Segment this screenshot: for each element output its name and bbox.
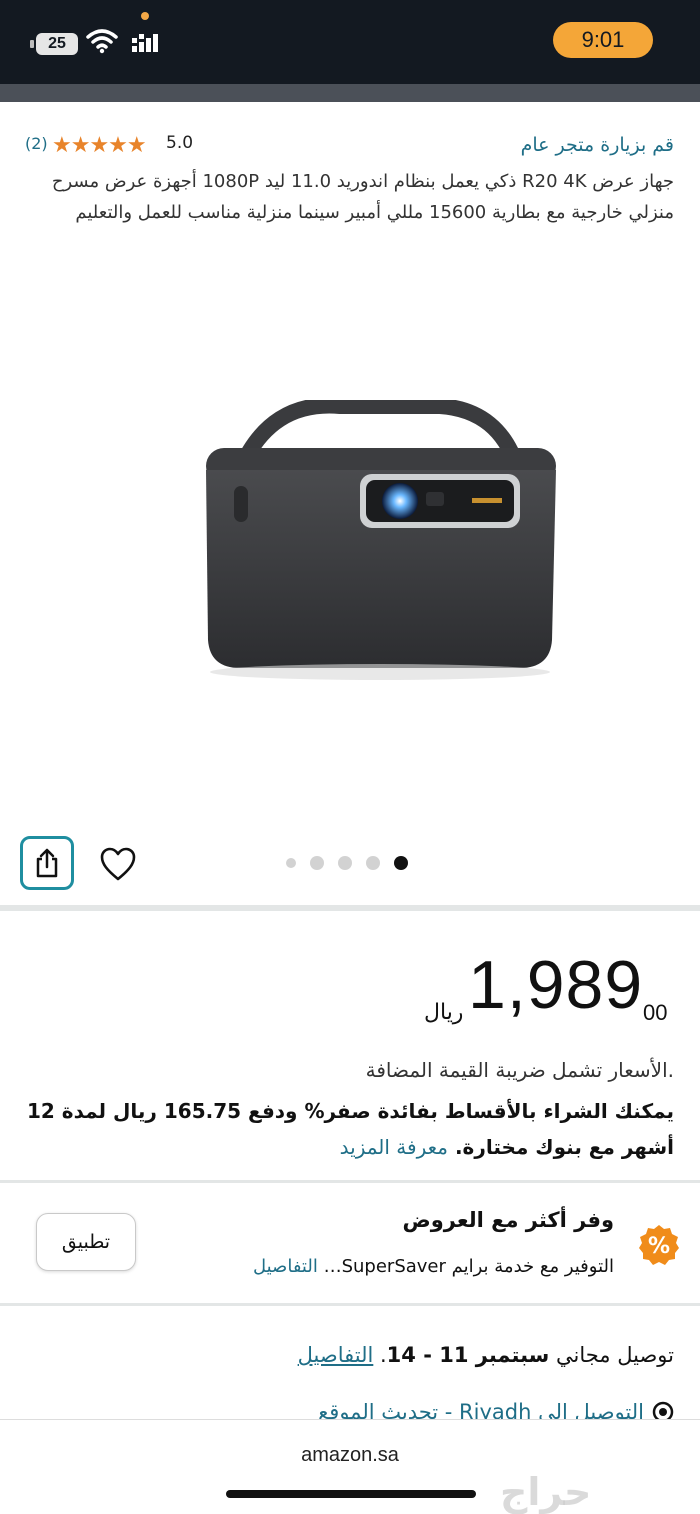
- price-currency: ريال: [424, 1000, 464, 1025]
- wifi-icon: [86, 29, 118, 54]
- status-bar: 25 9:01: [0, 0, 700, 84]
- star-rating-icon[interactable]: ★★★★★: [52, 133, 147, 158]
- store-link[interactable]: قم بزيارة متجر عام: [521, 134, 674, 156]
- rating-value: 5.0: [166, 133, 194, 153]
- share-button[interactable]: [20, 836, 74, 890]
- vat-note: .الأسعار تشمل ضريبة القيمة المضافة: [365, 1058, 674, 1082]
- rating-count-link[interactable]: (2): [25, 134, 48, 153]
- section-divider: [0, 905, 700, 911]
- image-carousel-indicator[interactable]: [286, 856, 408, 870]
- browser-bottom-bar: [0, 1420, 700, 1514]
- carousel-dot[interactable]: [310, 856, 324, 870]
- carousel-dot[interactable]: [366, 856, 380, 870]
- cellular-signal-icon: [132, 34, 158, 52]
- learn-more-link[interactable]: معرفة المزيد: [340, 1135, 448, 1159]
- offers-subtitle: التوفير مع خدمة برايم SuperSaver… التفاص…: [253, 1256, 614, 1277]
- svg-text:%: %: [648, 1234, 670, 1259]
- share-icon: [36, 848, 58, 878]
- privacy-indicator-dot: [141, 12, 149, 20]
- carousel-dot[interactable]: [286, 858, 296, 868]
- watermark-logo: حراج: [500, 1470, 592, 1514]
- section-divider: [0, 1180, 700, 1183]
- delivery-dates: سبتمبر 11 - 14: [386, 1343, 550, 1367]
- delivery-details-link[interactable]: التفاصيل: [298, 1343, 374, 1367]
- delivery-prefix: توصيل مجاني: [556, 1343, 674, 1367]
- apply-offer-button[interactable]: تطبيق: [36, 1213, 136, 1271]
- product-title: جهاز عرض R20 4K ذكي يعمل بنظام اندوريد 1…: [51, 171, 674, 223]
- offers-subtitle-text: التوفير مع خدمة برايم SuperSaver…: [323, 1256, 614, 1277]
- section-divider: [0, 1303, 700, 1306]
- battery-cap: [30, 40, 34, 48]
- discount-badge-icon: %: [639, 1225, 679, 1265]
- header-strip: [0, 84, 700, 102]
- home-indicator[interactable]: [226, 1490, 476, 1498]
- price-main: 1,989: [468, 947, 644, 1023]
- wishlist-heart-icon[interactable]: [99, 846, 137, 882]
- price-cents: 00: [643, 1000, 668, 1025]
- delivery-info: توصيل مجاني سبتمبر 11 - 14. التفاصيل: [297, 1343, 674, 1367]
- time-pill[interactable]: 9:01: [553, 22, 653, 58]
- url-display[interactable]: amazon.sa: [0, 1444, 700, 1467]
- carousel-dot[interactable]: [338, 856, 352, 870]
- battery-icon: 25: [36, 33, 78, 55]
- offers-details-link[interactable]: التفاصيل: [253, 1256, 318, 1277]
- carousel-dot-active[interactable]: [394, 856, 408, 870]
- product-image[interactable]: [200, 400, 560, 690]
- installment-info: يمكنك الشراء بالأقساط بفائدة صفر% ودفع 1…: [14, 1093, 674, 1165]
- offers-title: وفر أكثر مع العروض: [402, 1208, 615, 1232]
